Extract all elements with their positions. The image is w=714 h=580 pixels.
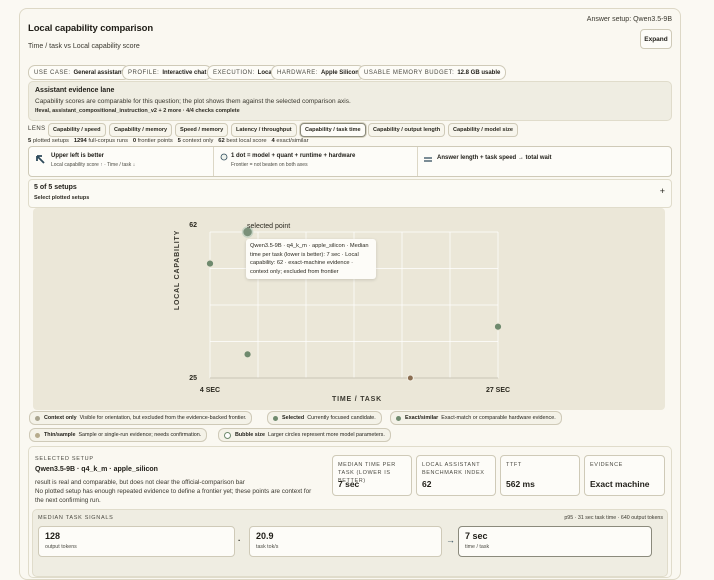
tab-latency-throughput[interactable]: Latency / throughput [231, 123, 297, 137]
y-axis-label: LOCAL CAPABILITY [174, 230, 181, 310]
equals-icon [424, 157, 432, 162]
evidence-lane-body: Capability scores are comparable for thi… [35, 98, 351, 105]
evidence-lane-title: Assistant evidence lane [35, 87, 115, 94]
selected-setup-name: Qwen3.5-9B · q4_k_m · apple_silicon [35, 466, 158, 473]
hardware-pill: HARDWARE: Apple Silicon [271, 65, 365, 80]
y-tick-top: 62 [189, 222, 197, 229]
comparison-panel: Local capability comparison Time / task … [19, 8, 681, 580]
data-point[interactable] [493, 322, 503, 331]
x-axis-label: TIME / TASK [332, 396, 382, 403]
guide-dot: 1 dot = model + quant + runtime + hardwa… [214, 147, 418, 176]
metric-benchmark-index: LOCAL ASSISTANT BENCHMARK INDEX 62 [416, 455, 496, 496]
setup-select-label[interactable]: Select plotted setups [34, 195, 89, 201]
memory-budget-pill: USABLE MEMORY BUDGET: 12.8 GB usable [358, 65, 507, 80]
legend-selected-dot [273, 415, 278, 421]
metric-ttft: TTFT 562 ms [500, 455, 580, 496]
signal-output-tokens: 128 output tokens [38, 526, 235, 557]
legend-thin-dot [35, 432, 40, 438]
setup-toggle[interactable]: + [660, 186, 665, 196]
guide-direction: Upper left is better Local capability sc… [29, 147, 214, 176]
signal-task-toks: 20.9 task tok/s [249, 526, 442, 557]
setup-selector[interactable]: 5 of 5 setups Select plotted setups + [28, 179, 672, 208]
x-tick-right: 27 SEC [486, 387, 510, 394]
execution-pill: EXECUTION: Local [207, 65, 280, 80]
metric-evidence: EVIDENCE Exact machine [584, 455, 665, 496]
legend-selected: Selected Currently focused candidate. [267, 411, 382, 425]
legend-exact-similar: Exact/similar Exact-match or comparable … [390, 411, 562, 425]
signals-label: MEDIAN TASK SIGNALS [38, 515, 114, 521]
tab-capability-model-size[interactable]: Capability / model size [448, 123, 518, 137]
legend-context-only: Context only Visible for orientation, bu… [29, 411, 253, 425]
evidence-lane-detail: Ifeval, assistant_compositional_instruct… [35, 108, 240, 114]
selected-setup-card: SELECTED SETUP Qwen3.5-9B · q4_k_m · app… [28, 446, 672, 578]
evidence-lane: Assistant evidence lane Capability score… [28, 81, 672, 121]
tab-capability-speed[interactable]: Capability / speed [48, 123, 106, 137]
scatter-chart: LOCAL CAPABILITY TIME / TASK 62 25 4 SEC… [33, 208, 665, 410]
answer-setup-label: Answer setup: Qwen3.5-9B [586, 16, 672, 23]
selected-point-label: selected point [247, 223, 290, 230]
data-point[interactable] [205, 259, 215, 268]
tab-speed-memory[interactable]: Speed / memory [175, 123, 229, 137]
guide-wait: Answer length + task speed → total wait [418, 147, 668, 176]
legend-bubble-dot [224, 431, 231, 439]
x-tick-left: 4 SEC [200, 387, 220, 394]
point-tooltip: Qwen3.5-9B · q4_k_m · apple_silicon · Me… [246, 239, 376, 279]
arrow-up-left-icon [36, 155, 45, 164]
y-tick-bottom: 25 [189, 375, 197, 382]
guide-dot-sub: Frontier = not beaten on both axes [231, 162, 308, 168]
guide-direction-sub: Local capability score ↑ · Time / task ↓ [51, 162, 136, 168]
signal-time-per-task: 7 sec time / task [458, 526, 652, 557]
reading-guide: Upper left is better Local capability sc… [28, 146, 672, 177]
legend-thin-sample: Thin/sample Sample or single-run evidenc… [29, 428, 208, 442]
arrow-right-icon: → [446, 535, 455, 545]
dot-icon [220, 153, 228, 161]
signal-separator: · [238, 536, 241, 545]
signals-p95-note: p95 · 31 sec task time · 640 output toke… [564, 515, 663, 521]
legend-exact-dot [396, 415, 401, 421]
stats-line: 5 plotted setups 1294 full-corpus runs 0… [28, 138, 309, 144]
expand-button[interactable]: Expand [640, 29, 672, 49]
tab-capability-output-length[interactable]: Capability / output length [368, 123, 446, 137]
profile-pill: PROFILE: Interactive chat [122, 65, 213, 80]
selected-setup-label: SELECTED SETUP [35, 456, 94, 462]
data-point[interactable] [243, 350, 252, 359]
legend-bubble-size: Bubble size Larger circles represent mor… [218, 428, 391, 442]
data-point[interactable] [406, 374, 414, 382]
setup-count: 5 of 5 setups [34, 184, 77, 191]
panel-title: Local capability comparison [28, 23, 154, 34]
guide-direction-title: Upper left is better [51, 153, 105, 159]
tab-capability-task-time[interactable]: Capability / task time [300, 123, 366, 137]
median-task-signals: MEDIAN TASK SIGNALS p95 · 31 sec task ti… [32, 509, 668, 577]
selected-setup-description: result is real and comparable, but does … [35, 479, 312, 504]
lens-label: LENS [28, 126, 46, 132]
use-case-pill: USE CASE: General assistant [28, 65, 130, 80]
guide-wait-title: Answer length + task speed → total wait [437, 155, 552, 161]
guide-dot-title: 1 dot = model + quant + runtime + hardwa… [231, 153, 356, 159]
legend-context-dot [35, 415, 40, 421]
metric-time-per-task: MEDIAN TIME PER TASK (LOWER IS BETTER) 7 … [332, 455, 412, 496]
panel-subtitle: Time / task vs Local capability score [28, 43, 140, 50]
tab-capability-memory[interactable]: Capability / memory [109, 123, 173, 137]
